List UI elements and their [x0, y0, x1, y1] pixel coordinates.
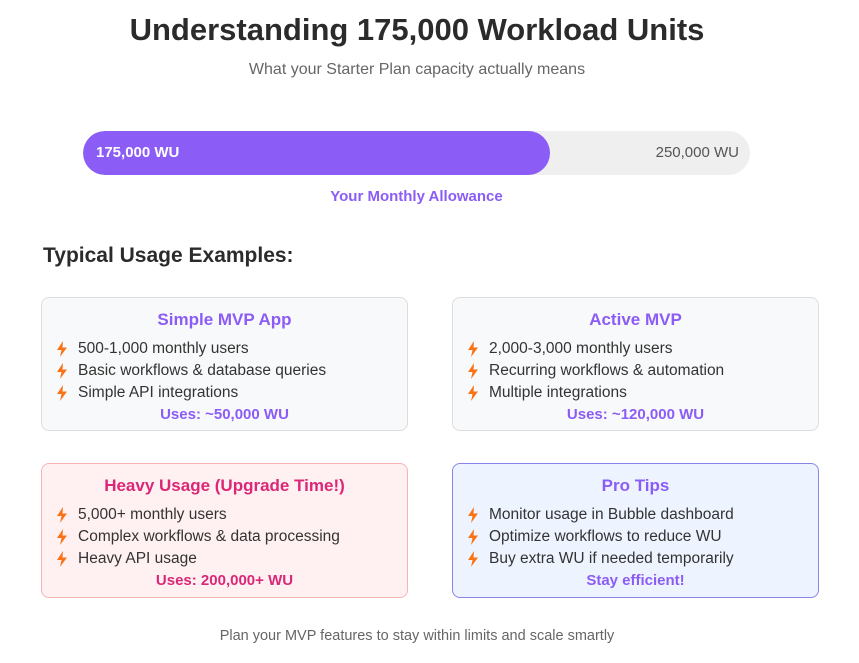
list-item: 500-1,000 monthly users: [56, 338, 326, 360]
list-item-label: Recurring workflows & automation: [489, 362, 725, 379]
page-subtitle: What your Starter Plan capacity actually…: [248, 61, 586, 78]
card-title: Simple MVP App: [157, 310, 292, 329]
card-title: Active MVP: [589, 310, 682, 329]
footer-note: Plan your MVP features to stay within li…: [219, 628, 615, 644]
lightning-bolt-icon: [57, 363, 67, 379]
current-allowance-label: 175,000 WU: [96, 144, 180, 161]
allowance-caption: Your Monthly Allowance: [330, 188, 503, 205]
card-usage: Uses: 200,000+ WU: [155, 572, 294, 589]
lightning-bolt-icon: [468, 341, 478, 357]
list-item-label: Monitor usage in Bubble dashboard: [489, 506, 734, 523]
lightning-bolt-icon: [468, 507, 478, 523]
list-item-label: Heavy API usage: [78, 550, 197, 567]
lightning-bolt-icon: [57, 341, 67, 357]
card-list: 500-1,000 monthly users Basic workflows …: [56, 338, 326, 404]
list-item-label: Multiple integrations: [489, 384, 627, 401]
card-title: Pro Tips: [601, 476, 670, 495]
lightning-bolt-icon: [468, 551, 478, 567]
list-item-label: 2,000-3,000 monthly users: [489, 340, 673, 357]
lightning-bolt-icon: [57, 551, 67, 567]
lightning-bolt-icon: [57, 507, 67, 523]
lightning-bolt-icon: [57, 385, 67, 401]
card-simple-mvp: Simple MVP App 500-1,000 monthly users B…: [41, 297, 408, 431]
card-pro-tips: Pro Tips Monitor usage in Bubble dashboa…: [452, 463, 819, 598]
list-item: 5,000+ monthly users: [56, 504, 340, 526]
lightning-bolt-icon: [468, 363, 478, 379]
allowance-progress-bar: 175,000 WU 250,000 WU: [83, 131, 750, 175]
card-list: 5,000+ monthly users Complex workflows &…: [56, 504, 340, 570]
max-allowance-label: 250,000 WU: [655, 144, 739, 161]
list-item: Heavy API usage: [56, 548, 340, 570]
list-item-label: Optimize workflows to reduce WU: [489, 528, 722, 545]
list-item: 2,000-3,000 monthly users: [467, 338, 724, 360]
card-list: 2,000-3,000 monthly users Recurring work…: [467, 338, 724, 404]
list-item: Buy extra WU if needed temporarily: [467, 548, 734, 570]
list-item-label: 5,000+ monthly users: [78, 506, 227, 523]
list-item: Monitor usage in Bubble dashboard: [467, 504, 734, 526]
card-usage: Stay efficient!: [586, 572, 685, 589]
page-title: Understanding 175,000 Workload Units: [129, 12, 705, 47]
examples-heading: Typical Usage Examples:: [43, 244, 294, 267]
lightning-bolt-icon: [57, 529, 67, 545]
list-item: Basic workflows & database queries: [56, 360, 326, 382]
card-usage: Uses: ~120,000 WU: [566, 406, 705, 423]
card-usage: Uses: ~50,000 WU: [160, 406, 289, 423]
list-item-label: Buy extra WU if needed temporarily: [489, 550, 734, 567]
list-item-label: Complex workflows & data processing: [78, 528, 340, 545]
list-item: Simple API integrations: [56, 382, 326, 404]
list-item: Recurring workflows & automation: [467, 360, 724, 382]
list-item: Optimize workflows to reduce WU: [467, 526, 734, 548]
lightning-bolt-icon: [468, 529, 478, 545]
list-item-label: Simple API integrations: [78, 384, 239, 401]
card-title: Heavy Usage (Upgrade Time!): [104, 476, 345, 495]
card-active-mvp: Active MVP 2,000-3,000 monthly users Rec…: [452, 297, 819, 431]
card-list: Monitor usage in Bubble dashboard Optimi…: [467, 504, 734, 570]
lightning-bolt-icon: [468, 385, 478, 401]
workload-units-page: Understanding 175,000 Workload Units Wha…: [0, 0, 859, 663]
list-item: Complex workflows & data processing: [56, 526, 340, 548]
allowance-progress-fill: 175,000 WU: [83, 131, 550, 175]
list-item-label: 500-1,000 monthly users: [78, 340, 249, 357]
list-item-label: Basic workflows & database queries: [78, 362, 327, 379]
card-heavy-usage: Heavy Usage (Upgrade Time!) 5,000+ month…: [41, 463, 408, 598]
list-item: Multiple integrations: [467, 382, 724, 404]
